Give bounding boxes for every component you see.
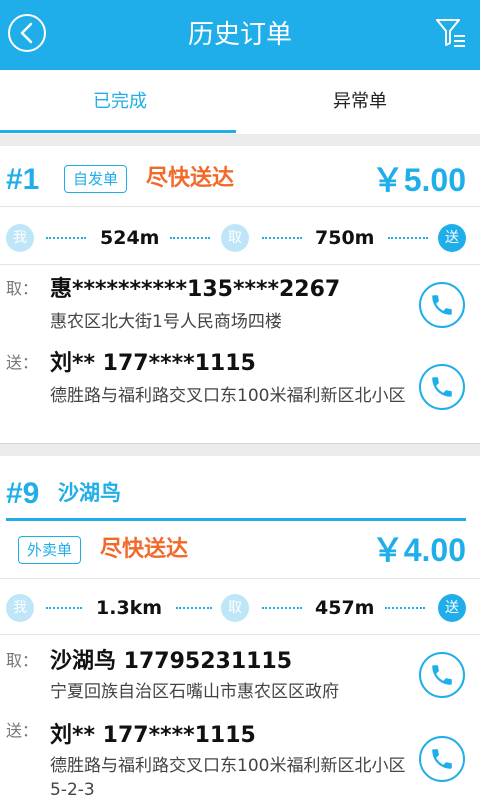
route-deliver-dot: 送 — [438, 224, 466, 252]
shop-underline — [6, 518, 466, 521]
shop-name: 沙湖鸟 — [58, 481, 121, 505]
filter-icon — [436, 19, 465, 47]
tab-abnormal[interactable]: 异常单 — [240, 70, 480, 134]
dropoff-label: 送： — [6, 721, 39, 740]
pickup-label: 取： — [6, 651, 39, 670]
divider — [0, 634, 480, 635]
order-type-badge: 自发单 — [64, 165, 128, 193]
page-title: 历史订单 — [187, 20, 292, 50]
pickup-address: 惠农区北大街1号人民商场四楼 — [50, 312, 282, 332]
route-dash — [262, 237, 302, 239]
dropoff-contact: 刘** 177****1115 — [50, 351, 256, 376]
pickup-address: 宁夏回族自治区石嘴山市惠农区区政府 — [50, 682, 339, 702]
route-distance-to-pickup: 524m — [100, 227, 160, 249]
divider — [0, 264, 480, 265]
phone-icon — [432, 295, 452, 315]
phone-icon — [432, 749, 452, 769]
active-tab-indicator — [0, 130, 236, 133]
route-distance-to-dropoff: 457m — [315, 597, 375, 619]
phone-icon — [432, 377, 452, 397]
route-distance-to-pickup: 1.3km — [96, 597, 163, 619]
call-dropoff-button[interactable] — [419, 736, 465, 782]
phone-icon — [432, 665, 452, 685]
dropoff-contact: 刘** 177****1115 — [50, 723, 256, 748]
dropoff-address: 德胜路与福利路交叉口东100米福利新区北小区 — [50, 386, 406, 406]
route-deliver-dot: 送 — [438, 594, 466, 622]
pickup-label: 取： — [6, 279, 39, 298]
route-pickup-dot: 取 — [221, 594, 249, 622]
pickup-contact: 沙湖鸟 17795231115 — [50, 649, 293, 674]
delivery-speed: 尽快送达 — [146, 166, 235, 191]
app-header: 历史订单 — [0, 0, 480, 70]
route-dash — [176, 607, 212, 609]
tab-bar: 已完成 异常单 — [0, 70, 480, 134]
route-dash — [385, 607, 425, 609]
route-dash — [46, 607, 82, 609]
order-number: #1 — [6, 163, 40, 196]
call-pickup-button[interactable] — [419, 652, 465, 698]
route-dash — [46, 237, 86, 239]
route-distance-to-dropoff: 750m — [315, 227, 375, 249]
order-price: ￥5.00 — [371, 162, 466, 198]
route-me-dot: 我 — [6, 594, 34, 622]
route-pickup-dot: 取 — [221, 224, 249, 252]
order-card[interactable]: #1 自发单 尽快送达 ￥5.00 我 524m 取 750m 送 取： 惠**… — [0, 146, 480, 444]
call-pickup-button[interactable] — [419, 282, 465, 328]
order-card[interactable]: #9 沙湖鸟 外卖单 尽快送达 ￥4.00 我 1.3km 取 457m 送 取… — [0, 456, 480, 800]
order-type-badge: 外卖单 — [18, 536, 82, 564]
route-me-dot: 我 — [6, 224, 34, 252]
dropoff-label: 送： — [6, 353, 39, 372]
filter-button[interactable] — [434, 16, 468, 50]
dropoff-address: 德胜路与福利路交叉口东100米福利新区北小区5-2-3 — [50, 756, 406, 800]
divider — [0, 206, 480, 207]
delivery-speed: 尽快送达 — [100, 537, 189, 562]
tab-completed[interactable]: 已完成 — [0, 70, 240, 134]
route-dash — [170, 237, 210, 239]
divider — [0, 578, 480, 579]
pickup-contact: 惠**********135****2267 — [50, 277, 341, 302]
order-price: ￥4.00 — [371, 532, 466, 568]
route-dash — [262, 607, 302, 609]
call-dropoff-button[interactable] — [419, 364, 465, 410]
route-dash — [388, 237, 428, 239]
order-number: #9 — [6, 477, 40, 510]
